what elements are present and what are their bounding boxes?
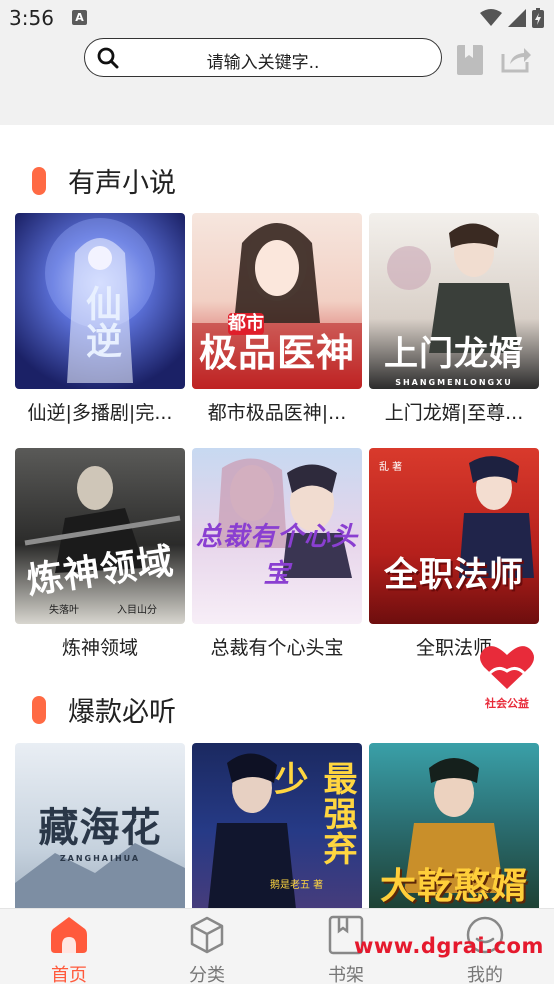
bookmark-icon[interactable] bbox=[456, 44, 484, 76]
book-cover[interactable]: 都市 极品医神 bbox=[192, 213, 362, 389]
book-cover[interactable]: 大乾憨婿 bbox=[369, 743, 539, 919]
book-title: 仙逆|多播剧|完... bbox=[27, 402, 173, 424]
nav-label: 书架 bbox=[328, 965, 364, 984]
book-cover[interactable]: 总裁有个心头宝 bbox=[192, 448, 362, 624]
signal-icon bbox=[508, 9, 526, 27]
book-card[interactable]: 都市 极品医神 都市极品医神|... bbox=[192, 213, 362, 425]
book-card[interactable]: 炼神领域 失落叶 入目山分 炼神领域 bbox=[15, 448, 185, 660]
nav-label: 首页 bbox=[51, 965, 87, 984]
notification-icon: A bbox=[72, 10, 87, 25]
charity-label: 社会公益 bbox=[485, 697, 529, 710]
book-title: 上门龙婿|至尊... bbox=[384, 402, 524, 424]
search-placeholder: 请输入关键字.. bbox=[206, 53, 320, 73]
charity-badge[interactable]: 社会公益 bbox=[478, 643, 536, 711]
section-accent-bar bbox=[32, 166, 46, 195]
book-card[interactable]: 大乾憨婿 bbox=[369, 743, 539, 919]
cover-author: 鹅是老五 著 bbox=[270, 880, 324, 891]
nav-label: 我的 bbox=[467, 965, 503, 984]
wifi-icon bbox=[480, 9, 502, 26]
book-cover[interactable]: 藏海花 ZANGHAIHUA bbox=[15, 743, 185, 919]
cover-title: 极品医神 bbox=[198, 330, 355, 375]
home-icon bbox=[51, 917, 87, 953]
cover-subtitle: SHANGMENLONGXU bbox=[395, 378, 513, 387]
book-cover[interactable]: 上门龙婿 SHANGMENLONGXU bbox=[369, 213, 539, 389]
book-title: 总裁有个心头宝 bbox=[210, 637, 344, 659]
section-accent-bar bbox=[32, 695, 46, 724]
status-time: 3:56 bbox=[9, 6, 54, 30]
cover-title: 总裁有个心头宝 bbox=[195, 522, 358, 589]
book-card[interactable]: 总裁有个心头宝 总裁有个心头宝 bbox=[192, 448, 362, 660]
watermark: www.dgrai.com bbox=[354, 934, 544, 958]
book-title: 都市极品医神|... bbox=[207, 402, 347, 424]
status-icons bbox=[480, 8, 544, 28]
nav-item-home[interactable]: 首页 bbox=[0, 909, 138, 984]
section-title: 爆款必听 bbox=[68, 697, 176, 728]
battery-icon bbox=[532, 8, 544, 28]
cover-title: 大乾憨婿 bbox=[379, 865, 528, 907]
cover-title: 上门龙婿 bbox=[384, 334, 524, 374]
cube-icon bbox=[190, 916, 224, 954]
book-card[interactable]: 上门龙婿 SHANGMENLONGXU 上门龙婿|至尊... bbox=[369, 213, 539, 425]
book-cover[interactable]: 乱 著 全职法师 bbox=[369, 448, 539, 624]
header: 请输入关键字.. bbox=[0, 38, 554, 125]
cover-author: 入目山分 bbox=[117, 605, 157, 616]
cover-title: 全职法师 bbox=[384, 555, 524, 595]
nav-label: 分类 bbox=[189, 965, 225, 984]
cover-author: 失落叶 bbox=[49, 605, 79, 616]
cover-subtitle: ZANGHAIHUA bbox=[59, 854, 141, 863]
book-cover[interactable]: 仙逆 bbox=[15, 213, 185, 389]
search-input[interactable]: 请输入关键字.. bbox=[84, 38, 442, 77]
section-title: 有声小说 bbox=[68, 168, 176, 199]
cover-title: 最强弃少 bbox=[268, 761, 357, 866]
book-card[interactable]: 最强弃少 鹅是老五 著 bbox=[192, 743, 362, 919]
nav-item-category[interactable]: 分类 bbox=[138, 909, 276, 984]
cover-title: 藏海花 bbox=[38, 804, 162, 851]
cover-author: 乱 著 bbox=[379, 462, 403, 473]
share-icon[interactable] bbox=[500, 44, 532, 74]
cover-title: 仙逆 bbox=[80, 285, 122, 359]
status-bar: 3:56 A bbox=[0, 0, 554, 38]
book-cover[interactable]: 最强弃少 鹅是老五 著 bbox=[192, 743, 362, 919]
book-title: 炼神领域 bbox=[61, 637, 138, 659]
section-header-hot-picks: 爆款必听 bbox=[32, 690, 176, 729]
book-card[interactable]: 仙逆 仙逆|多播剧|完... bbox=[15, 213, 185, 425]
book-card[interactable]: 乱 著 全职法师 全职法师 bbox=[369, 448, 539, 660]
section-header-audio-novels: 有声小说 bbox=[32, 161, 176, 200]
heart-hands-icon bbox=[480, 646, 534, 689]
book-cover[interactable]: 炼神领域 失落叶 入目山分 bbox=[15, 448, 185, 624]
book-card[interactable]: 藏海花 ZANGHAIHUA bbox=[15, 743, 185, 919]
